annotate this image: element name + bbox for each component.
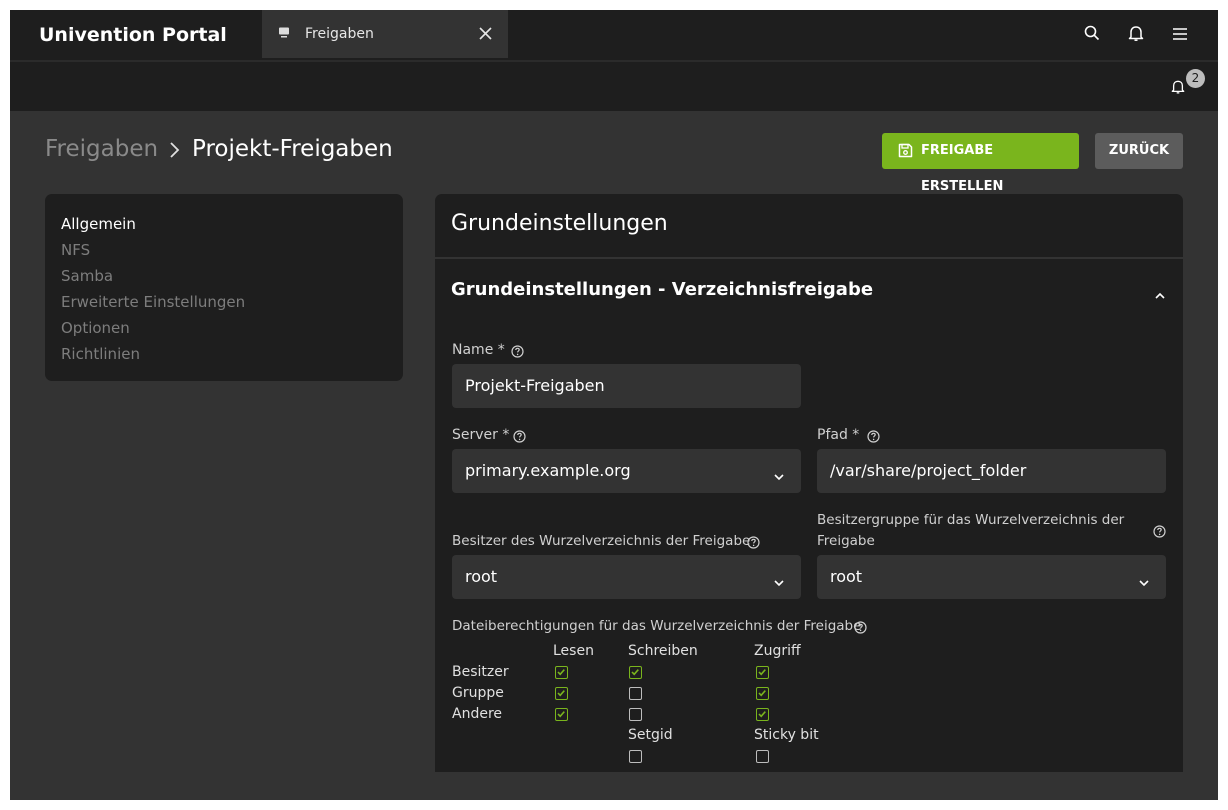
- bell-icon[interactable]: [1128, 25, 1144, 46]
- chevron-up-icon[interactable]: [1154, 285, 1166, 304]
- setgid-checkbox[interactable]: [629, 750, 642, 763]
- tab-label: Freigaben: [305, 26, 374, 42]
- setgid-label: Setgid: [628, 727, 673, 743]
- search-icon[interactable]: [1084, 25, 1100, 45]
- top-bar: Univention Portal Freigaben: [10, 10, 1218, 60]
- column-header-read: Lesen: [553, 643, 594, 659]
- settings-panel: Grundeinstellungen Grundeinstellungen - …: [435, 194, 1183, 772]
- checkbox-other-read[interactable]: [555, 708, 568, 721]
- owner-label: Besitzer des Wurzelverzeichnis der Freig…: [452, 533, 751, 549]
- notification-bell-icon[interactable]: [1171, 79, 1185, 99]
- nav-item-options[interactable]: Optionen: [61, 319, 130, 337]
- path-input[interactable]: /var/share/project_folder: [817, 449, 1166, 493]
- breadcrumb-parent[interactable]: Freigaben: [45, 136, 158, 162]
- help-icon[interactable]: [867, 428, 880, 447]
- row-label-owner: Besitzer: [452, 664, 509, 680]
- chevron-right-icon: [168, 141, 180, 163]
- panel-title: Grundeinstellungen: [451, 211, 668, 236]
- notification-bar: 2: [10, 60, 1218, 111]
- server-select[interactable]: primary.example.org: [452, 449, 801, 493]
- app-window: Univention Portal Freigaben 2 Freigaben: [10, 10, 1218, 800]
- create-share-button[interactable]: FREIGABE ERSTELLEN: [882, 133, 1079, 194]
- chevron-down-icon: [1138, 572, 1150, 591]
- checkbox-group-access[interactable]: [756, 687, 769, 700]
- nav-item-policies[interactable]: Richtlinien: [61, 345, 140, 363]
- nav-item-samba[interactable]: Samba: [61, 267, 113, 285]
- chevron-down-icon: [773, 572, 785, 591]
- page-title: Projekt-Freigaben: [192, 136, 393, 162]
- section-title[interactable]: Grundeinstellungen - Verzeichnisfreigabe: [451, 279, 873, 300]
- notification-badge: 2: [1186, 69, 1205, 88]
- sticky-bit-label: Sticky bit: [754, 727, 819, 743]
- row-label-other: Andere: [452, 706, 503, 722]
- checkbox-group-write[interactable]: [629, 687, 642, 700]
- back-button[interactable]: ZURÜCK: [1095, 133, 1183, 169]
- group-label-line2: Freigabe: [817, 533, 875, 549]
- sticky-bit-checkbox[interactable]: [756, 750, 769, 763]
- name-label: Name *: [452, 342, 505, 358]
- close-icon[interactable]: [479, 27, 492, 44]
- column-header-write: Schreiben: [628, 643, 698, 659]
- permissions-label: Dateiberechtigungen für das Wurzelverzei…: [452, 618, 862, 634]
- server-value: primary.example.org: [465, 461, 631, 480]
- menu-icon[interactable]: [1172, 26, 1188, 45]
- save-icon: [898, 143, 913, 162]
- portal-title[interactable]: Univention Portal: [39, 10, 227, 60]
- group-value: root: [830, 567, 863, 586]
- nav-item-allgemein[interactable]: Allgemein: [61, 215, 136, 233]
- path-label: Pfad *: [817, 427, 860, 443]
- group-label-line1: Besitzergruppe für das Wurzelverzeichnis…: [817, 512, 1125, 528]
- side-navigation: Allgemein NFS Samba Erweiterte Einstellu…: [45, 194, 403, 381]
- checkbox-other-write[interactable]: [629, 708, 642, 721]
- path-value: /var/share/project_folder: [830, 461, 1027, 480]
- help-icon[interactable]: [513, 428, 526, 447]
- checkbox-group-read[interactable]: [555, 687, 568, 700]
- help-icon[interactable]: [511, 343, 524, 362]
- owner-value: root: [465, 567, 498, 586]
- checkbox-owner-access[interactable]: [756, 666, 769, 679]
- chevron-down-icon: [773, 466, 785, 485]
- column-header-access: Zugriff: [754, 643, 801, 659]
- tab-freigaben[interactable]: Freigaben: [262, 10, 508, 58]
- checkbox-other-access[interactable]: [756, 708, 769, 721]
- server-label: Server *: [452, 427, 510, 443]
- help-icon[interactable]: [747, 534, 760, 553]
- divider: [435, 257, 1183, 259]
- nav-item-nfs[interactable]: NFS: [61, 241, 90, 259]
- help-icon[interactable]: [1153, 523, 1166, 542]
- share-icon: [278, 27, 290, 43]
- owner-select[interactable]: root: [452, 555, 801, 599]
- nav-item-advanced[interactable]: Erweiterte Einstellungen: [61, 293, 245, 311]
- help-icon[interactable]: [854, 619, 867, 638]
- checkbox-owner-read[interactable]: [555, 666, 568, 679]
- name-input[interactable]: Projekt-Freigaben: [452, 364, 801, 408]
- group-select[interactable]: root: [817, 555, 1166, 599]
- name-value: Projekt-Freigaben: [465, 376, 605, 395]
- row-label-group: Gruppe: [452, 685, 504, 701]
- checkbox-owner-write[interactable]: [629, 666, 642, 679]
